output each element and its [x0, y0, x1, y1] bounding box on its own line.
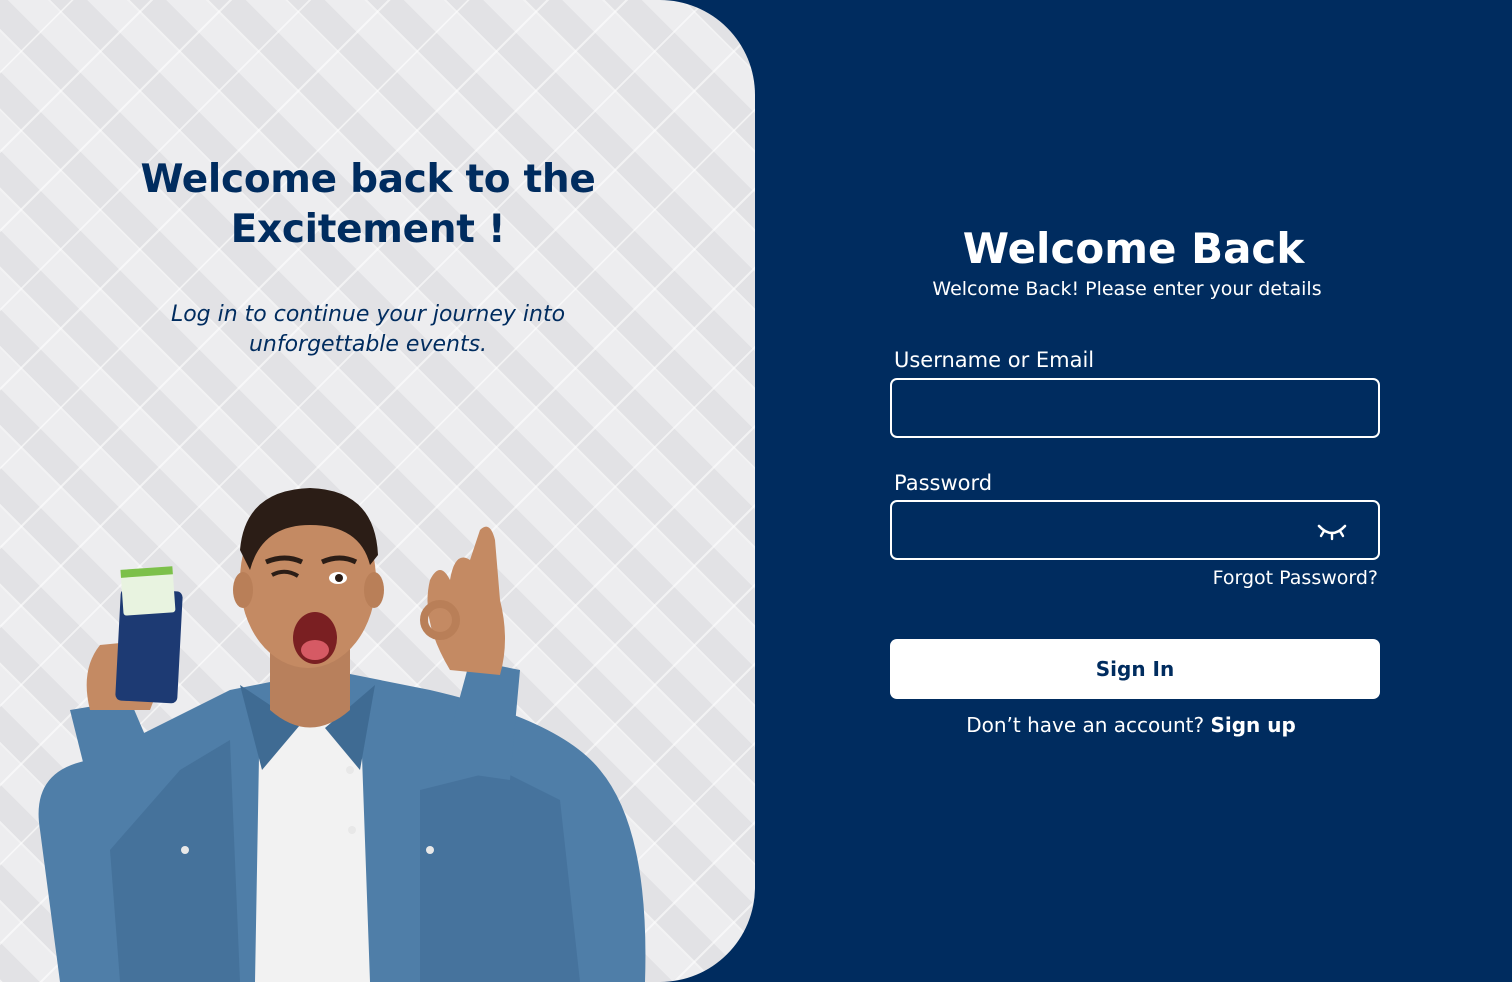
hero-subtitle: Log in to continue your journey into unf…: [170, 302, 566, 357]
username-field: [890, 378, 1380, 438]
password-label: Password: [894, 471, 993, 495]
login-subtitle: Welcome Back! Please enter your details: [932, 278, 1322, 300]
username-input[interactable]: [892, 380, 1378, 436]
sign-in-button[interactable]: Sign In: [890, 639, 1380, 699]
username-label: Username or Email: [894, 348, 1095, 372]
eye-closed-icon: [1317, 524, 1347, 541]
sign-up-link[interactable]: Sign up: [1210, 713, 1295, 737]
hero-panel: Welcome back to the Excitement ! Log in …: [0, 0, 755, 982]
password-field: [890, 500, 1380, 560]
login-page: Welcome back to the Excitement ! Log in …: [0, 0, 1512, 982]
signup-prompt: Don’t have an account?: [966, 713, 1205, 737]
login-panel: Welcome Back Welcome Back! Please enter …: [755, 0, 1512, 982]
login-title: Welcome Back: [962, 224, 1305, 273]
forgot-password-link[interactable]: Forgot Password?: [1213, 565, 1378, 591]
signup-row: Don’t have an account? Sign up: [755, 711, 1507, 739]
password-visibility-toggle[interactable]: [1316, 520, 1348, 542]
shirt-shading-right: [420, 770, 580, 982]
password-input[interactable]: [892, 502, 1378, 558]
hero-title: Welcome back to the Excitement !: [140, 157, 596, 252]
hero-person-illustration: [38, 488, 646, 982]
